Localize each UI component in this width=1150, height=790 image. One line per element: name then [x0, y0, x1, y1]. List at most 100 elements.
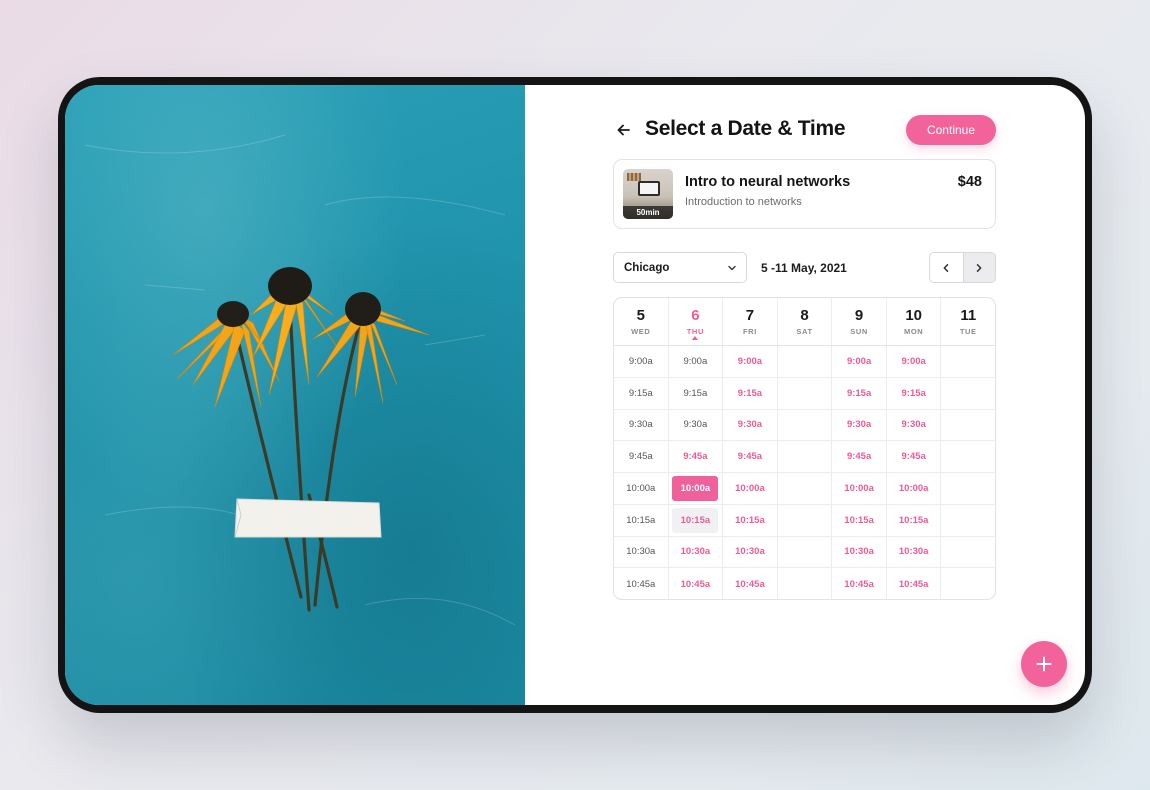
time-slot[interactable]: 10:00a [891, 476, 937, 501]
time-slot-cell[interactable]: 10:15a [614, 505, 668, 537]
time-slot[interactable]: 9:00a [891, 349, 937, 374]
right-flower-head [345, 292, 381, 326]
time-slot[interactable]: 9:45a [891, 444, 937, 469]
time-slot[interactable]: 10:45a [891, 572, 937, 597]
continue-button[interactable]: Continue [906, 115, 996, 145]
back-button[interactable] [613, 119, 635, 141]
time-slot[interactable]: 10:30a [836, 539, 882, 564]
time-slot-cell[interactable]: 9:45a [668, 441, 723, 473]
time-slot-cell[interactable]: 9:15a [723, 378, 777, 410]
time-slot[interactable]: 10:15a [891, 508, 937, 533]
time-slot-cell[interactable]: 10:00a [668, 473, 723, 505]
time-slot[interactable]: 9:00a [618, 349, 664, 374]
time-slot-cell[interactable]: 10:15a [668, 505, 723, 537]
time-slot-cell[interactable]: 9:15a [886, 378, 941, 410]
time-slot-cell[interactable]: 10:45a [669, 568, 723, 599]
time-slot-cell[interactable]: 9:45a [886, 441, 941, 473]
time-slot[interactable]: 9:30a [836, 412, 882, 437]
time-slot-cell[interactable]: 10:15a [832, 505, 886, 537]
time-slot[interactable]: 10:00a [727, 476, 773, 501]
time-slot[interactable]: 10:15a [618, 508, 664, 533]
time-slot-cell[interactable]: 10:45a [723, 568, 777, 599]
time-slot-cell[interactable]: 9:30a [723, 410, 777, 442]
time-slot[interactable]: 9:45a [836, 444, 882, 469]
time-slot-cell[interactable]: 9:45a [723, 441, 777, 473]
time-slot[interactable]: 9:15a [618, 381, 664, 406]
day-column-header[interactable]: 6 THU [669, 298, 724, 345]
time-slot-cell[interactable]: 10:00a [886, 473, 941, 505]
time-slot-cell[interactable]: 10:30a [832, 537, 886, 569]
time-slot-cell[interactable]: 9:30a [614, 410, 668, 442]
previous-week-button[interactable] [930, 253, 963, 282]
time-slot-cell[interactable]: 9:45a [614, 441, 668, 473]
time-slot-cell[interactable]: 10:00a [832, 473, 886, 505]
time-slot-cell[interactable]: 10:15a [723, 505, 777, 537]
time-slot-cell[interactable]: 10:00a [614, 473, 668, 505]
time-slot-cell[interactable]: 10:45a [614, 568, 668, 599]
time-slot-cell[interactable]: 9:15a [832, 378, 886, 410]
time-slot-cell[interactable]: 9:30a [832, 410, 886, 442]
time-slot-cell[interactable]: 9:00a [614, 346, 668, 378]
time-slot[interactable]: 10:45a [618, 572, 664, 597]
day-column-header[interactable]: 11 TUE [941, 298, 995, 345]
time-slot-cell[interactable]: 10:45a [887, 568, 941, 599]
day-column-header[interactable]: 5 WED [614, 298, 669, 345]
time-slot[interactable]: 9:00a [727, 349, 773, 374]
time-slot[interactable]: 10:30a [618, 539, 664, 564]
time-slot[interactable]: 10:15a [672, 507, 719, 533]
time-slot-cell[interactable]: 10:45a [832, 568, 886, 599]
time-slot-cell[interactable]: 9:00a [723, 346, 777, 378]
time-slot[interactable]: 10:15a [836, 508, 882, 533]
time-slot[interactable]: 9:30a [891, 412, 937, 437]
time-slot[interactable]: 10:45a [727, 572, 773, 597]
time-slot-cell[interactable]: 9:00a [668, 346, 723, 378]
time-slot[interactable]: 9:30a [618, 412, 664, 437]
time-slot[interactable]: 9:15a [891, 381, 937, 406]
time-slot[interactable]: 9:30a [727, 412, 773, 437]
time-slot-cell[interactable]: 10:30a [886, 537, 941, 569]
time-slot[interactable]: 9:30a [672, 412, 718, 437]
day-column-header[interactable]: 8 SAT [778, 298, 833, 345]
time-slot-cell[interactable]: 10:30a [614, 537, 668, 569]
time-slot-cell[interactable]: 9:30a [886, 410, 941, 442]
time-slot[interactable]: 9:45a [727, 444, 773, 469]
time-slot[interactable]: 10:30a [727, 539, 773, 564]
day-name: TUE [959, 327, 977, 336]
time-slot-cell[interactable]: 10:30a [723, 537, 777, 569]
city-value: Chicago [624, 262, 670, 274]
time-slot-cell[interactable]: 9:45a [832, 441, 886, 473]
selected-time-slot[interactable]: 10:00a [672, 475, 719, 501]
time-slot[interactable]: 9:15a [672, 381, 718, 406]
time-slot-cell[interactable]: 9:00a [832, 346, 886, 378]
time-slot-cell[interactable]: 10:00a [723, 473, 777, 505]
time-slot[interactable]: 9:45a [672, 444, 718, 469]
time-slot-cell[interactable]: 10:15a [886, 505, 941, 537]
week-pager [929, 252, 996, 283]
time-slot[interactable]: 9:15a [727, 381, 773, 406]
time-slot[interactable]: 10:00a [618, 476, 664, 501]
time-slot[interactable]: 10:45a [836, 572, 882, 597]
day-column-header[interactable]: 7 FRI [723, 298, 778, 345]
course-thumbnail: 50min [623, 169, 673, 219]
time-slot[interactable]: 9:45a [618, 444, 664, 469]
time-slot[interactable]: 10:30a [672, 539, 718, 564]
time-slot[interactable]: 9:00a [836, 349, 882, 374]
add-button[interactable] [1021, 641, 1067, 687]
time-slot-cell[interactable]: 9:00a [886, 346, 941, 378]
time-slot[interactable]: 10:15a [727, 508, 773, 533]
next-week-button[interactable] [962, 253, 995, 282]
city-dropdown[interactable]: Chicago [613, 252, 747, 283]
course-card[interactable]: 50min Intro to neural networks Introduct… [613, 159, 996, 229]
time-slot-cell[interactable]: 9:30a [668, 410, 723, 442]
time-slot[interactable]: 9:15a [836, 381, 882, 406]
time-slot[interactable]: 9:00a [672, 349, 718, 374]
time-slot[interactable]: 10:30a [891, 539, 937, 564]
time-slot-cell[interactable]: 9:15a [668, 378, 723, 410]
time-slot-cell[interactable]: 10:30a [668, 537, 723, 569]
time-slot[interactable]: 10:45a [672, 572, 718, 597]
day-column-header[interactable]: 9 SUN [832, 298, 887, 345]
day-column-header[interactable]: 10 MON [887, 298, 942, 345]
day-number: 8 [800, 307, 809, 324]
time-slot-cell[interactable]: 9:15a [614, 378, 668, 410]
time-slot[interactable]: 10:00a [836, 476, 882, 501]
